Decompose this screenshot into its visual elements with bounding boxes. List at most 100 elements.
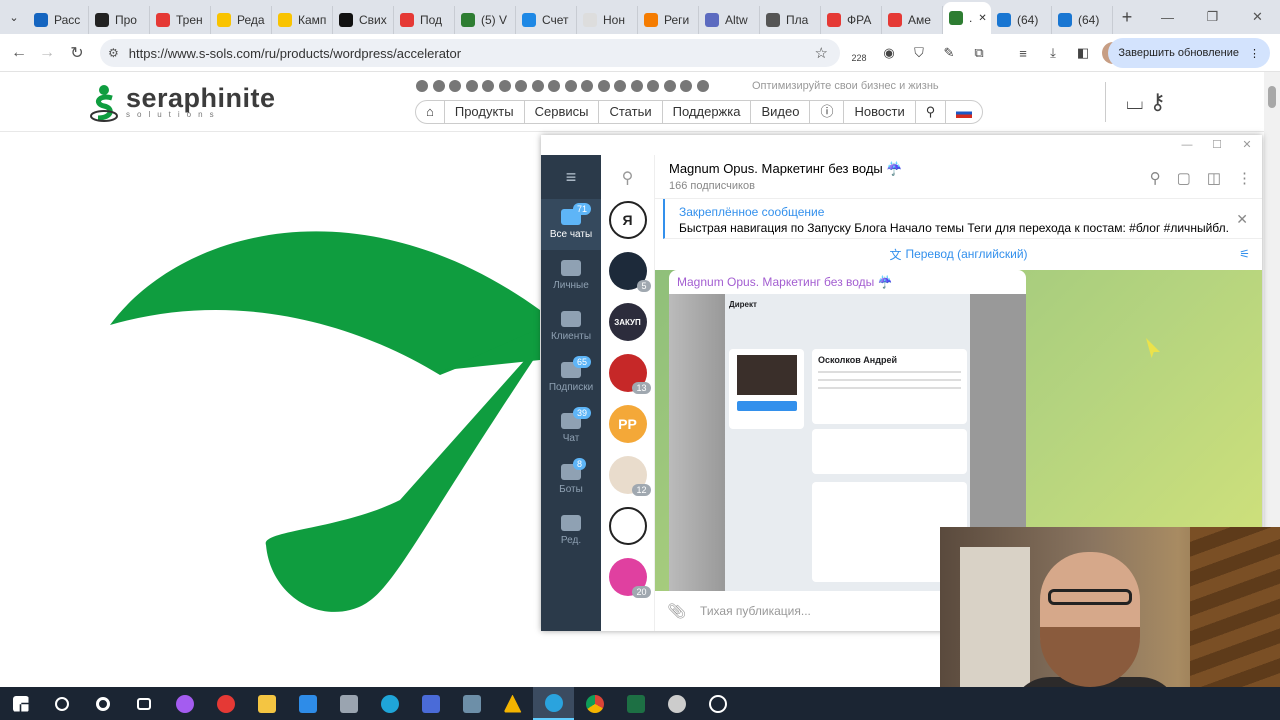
social-link-icon[interactable] bbox=[498, 80, 511, 92]
social-link-icon[interactable] bbox=[630, 80, 643, 92]
menu-item-articles[interactable]: Статьи bbox=[599, 101, 663, 123]
social-link-icon[interactable] bbox=[680, 80, 692, 92]
social-link-icon[interactable] bbox=[449, 80, 461, 92]
alice-icon[interactable] bbox=[164, 687, 205, 720]
extension-pen-icon[interactable]: ✎ bbox=[938, 42, 960, 64]
chat-avatar[interactable]: 12 bbox=[608, 456, 651, 496]
browser-tab[interactable]: Нон bbox=[577, 6, 638, 34]
cortana-icon[interactable] bbox=[82, 687, 123, 720]
social-link-icon[interactable] bbox=[581, 80, 593, 92]
folder-item[interactable]: Ред. bbox=[541, 505, 601, 556]
browser-tab[interactable]: (64) bbox=[991, 6, 1052, 34]
maximize-icon[interactable]: ❐ bbox=[1190, 0, 1235, 34]
update-button[interactable]: Завершить обновление ⋮ bbox=[1108, 38, 1270, 68]
extension-shield-icon[interactable]: ⛉ bbox=[908, 42, 930, 64]
login-key-icon[interactable]: ⚷ bbox=[1150, 89, 1166, 115]
side-panel-icon[interactable]: ◧ bbox=[1072, 42, 1094, 64]
extensions-puzzle-icon[interactable]: ⧉ bbox=[968, 42, 990, 64]
forward-icon[interactable]: → bbox=[32, 44, 62, 62]
notes-app-icon[interactable] bbox=[451, 687, 492, 720]
yandex-browser-icon[interactable] bbox=[205, 687, 246, 720]
browser-tab[interactable]: Altw bbox=[699, 6, 760, 34]
minimize-icon[interactable]: — bbox=[1145, 0, 1190, 34]
social-link-icon[interactable] bbox=[696, 80, 709, 92]
attach-icon[interactable]: 📎︎ bbox=[667, 602, 686, 620]
drive-icon[interactable] bbox=[492, 687, 533, 720]
social-link-icon[interactable] bbox=[614, 80, 626, 92]
menu-search-icon[interactable]: ⚲ bbox=[916, 101, 947, 123]
address-bar[interactable]: ⚙ https://www.s-sols.com/ru/products/wor… bbox=[100, 39, 840, 67]
translate-bar[interactable]: 文 Перевод (английский) ⚟ bbox=[655, 239, 1262, 269]
social-link-icon[interactable] bbox=[515, 80, 527, 92]
social-link-icon[interactable] bbox=[663, 80, 676, 92]
folder-item[interactable]: Боты 8 bbox=[541, 454, 601, 505]
menu-item-services[interactable]: Сервисы bbox=[525, 101, 600, 123]
excel-icon[interactable] bbox=[615, 687, 656, 720]
social-link-icon[interactable] bbox=[597, 80, 610, 92]
message-input[interactable]: Тихая публикация... bbox=[700, 604, 811, 618]
browser-tab[interactable]: Трен bbox=[150, 6, 211, 34]
cart-icon[interactable]: ⌴ bbox=[1126, 89, 1144, 115]
browser-tab[interactable]: Расс bbox=[28, 6, 89, 34]
social-link-icon[interactable] bbox=[531, 80, 544, 92]
chrome-icon[interactable] bbox=[574, 687, 615, 720]
menu-item-products[interactable]: Продукты bbox=[445, 101, 525, 123]
pinned-message[interactable]: Закреплённое сообщение Быстрая навигация… bbox=[663, 199, 1262, 239]
back-icon[interactable]: ← bbox=[4, 44, 34, 62]
chat-search-icon[interactable]: ⚲ bbox=[601, 155, 654, 201]
media-controls-icon[interactable]: ≡ bbox=[1012, 42, 1034, 64]
folder-item[interactable]: Все чаты 71 bbox=[541, 199, 601, 250]
browser-tab[interactable]: ФРА bbox=[821, 6, 882, 34]
tg-close-icon[interactable]: ✕ bbox=[1232, 135, 1262, 155]
chat-avatar[interactable]: PP bbox=[608, 405, 647, 443]
folder-item[interactable]: Чат 39 bbox=[541, 403, 601, 454]
browser-tab[interactable]: Про bbox=[89, 6, 150, 34]
save-app-icon[interactable] bbox=[410, 687, 451, 720]
menu-icon[interactable]: ≡ bbox=[541, 155, 601, 199]
browser-tab[interactable]: Счет bbox=[516, 6, 577, 34]
folder-item[interactable]: Подписки 65 bbox=[541, 352, 601, 403]
tg-maximize-icon[interactable]: ☐ bbox=[1202, 135, 1232, 155]
mail-icon[interactable] bbox=[287, 687, 328, 720]
chat-avatar[interactable] bbox=[608, 507, 647, 545]
tab-search-dropdown-icon[interactable]: ⌄ bbox=[0, 3, 28, 31]
chat-avatar[interactable]: ЗАКУП bbox=[608, 303, 647, 341]
social-link-icon[interactable] bbox=[432, 80, 445, 92]
taskbar-search-icon[interactable] bbox=[41, 687, 82, 720]
task-view-icon[interactable] bbox=[123, 687, 164, 720]
search-icon[interactable]: ⚲ bbox=[1150, 169, 1161, 187]
new-tab-button[interactable]: + bbox=[1113, 7, 1141, 28]
sidebar-toggle-icon[interactable]: ◫ bbox=[1207, 169, 1221, 187]
close-icon[interactable]: ✕ bbox=[1235, 0, 1280, 34]
app-icon[interactable] bbox=[328, 687, 369, 720]
language-flag-icon[interactable] bbox=[946, 101, 982, 123]
chat-avatar[interactable]: 20 bbox=[608, 558, 651, 598]
extension-globe-icon[interactable]: ◉ bbox=[878, 42, 900, 64]
browser-tab[interactable]: (64) bbox=[1052, 6, 1113, 34]
browser-tab[interactable]: . ✕ bbox=[943, 2, 991, 34]
close-pinned-icon[interactable]: ✕ bbox=[1236, 211, 1248, 228]
comments-icon[interactable]: ▢ bbox=[1177, 169, 1191, 187]
site-logo[interactable]: seraphinite solutions bbox=[88, 82, 276, 122]
browser-tab[interactable]: Реги bbox=[638, 6, 699, 34]
browser-tab[interactable]: (5) V bbox=[455, 6, 516, 34]
telegram-taskbar-icon[interactable] bbox=[533, 687, 574, 720]
close-tab-icon[interactable]: ✕ bbox=[978, 13, 986, 24]
chat-avatar[interactable]: Я bbox=[608, 201, 647, 239]
social-link-icon[interactable] bbox=[465, 80, 478, 92]
browser-tab[interactable]: Реда bbox=[211, 6, 272, 34]
file-explorer-icon[interactable] bbox=[246, 687, 287, 720]
extension-badge-icon[interactable]: 228 bbox=[848, 42, 870, 64]
reload-icon[interactable]: ↻ bbox=[62, 43, 92, 63]
browser-tab[interactable]: Камп bbox=[272, 6, 333, 34]
social-link-icon[interactable] bbox=[482, 80, 494, 92]
browser-tab[interactable]: Аме bbox=[882, 6, 943, 34]
tg-minimize-icon[interactable]: — bbox=[1172, 135, 1202, 155]
downloads-icon[interactable]: ⤓ bbox=[1042, 42, 1064, 64]
browser-tab[interactable]: Пла bbox=[760, 6, 821, 34]
menu-item-news[interactable]: Новости bbox=[844, 101, 916, 123]
bookmark-star-icon[interactable]: ☆ bbox=[815, 44, 828, 62]
menu-item-video[interactable]: Видео bbox=[751, 101, 811, 123]
folder-item[interactable]: Клиенты bbox=[541, 301, 601, 352]
chat-avatar[interactable]: 5 bbox=[608, 252, 651, 292]
